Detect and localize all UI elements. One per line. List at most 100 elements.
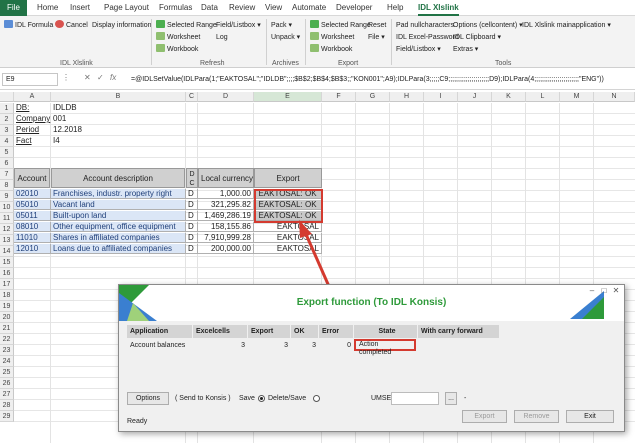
row-header[interactable]: 5 bbox=[0, 147, 14, 158]
row-header[interactable]: 16 bbox=[0, 268, 14, 279]
row-header[interactable]: 26 bbox=[0, 378, 14, 389]
formula-input[interactable]: =@IDLSetValue(IDLPara(1;"EAKTOSAL";"IDLD… bbox=[128, 73, 633, 86]
save-radio[interactable] bbox=[258, 395, 265, 402]
refresh-selected-range-button[interactable]: Selected Range bbox=[156, 20, 217, 31]
cell-dc[interactable]: D bbox=[186, 200, 198, 210]
cell-state[interactable]: Action completed bbox=[354, 339, 416, 356]
header-dc[interactable]: D C bbox=[186, 168, 198, 188]
remove-button[interactable]: Remove bbox=[514, 410, 559, 423]
row-header[interactable]: 7 bbox=[0, 169, 14, 180]
cell-description[interactable]: Other equipment, office equipment bbox=[51, 222, 186, 232]
row-header[interactable]: 13 bbox=[0, 235, 14, 246]
cancel-button[interactable]: Cancel bbox=[55, 20, 88, 31]
unpack-dropdown[interactable]: Unpack ▾ bbox=[271, 32, 300, 43]
idl-clipboard-dropdown[interactable]: IDL Clipboard ▾ bbox=[453, 32, 501, 43]
row-header[interactable]: 1 bbox=[0, 103, 14, 114]
info-label-db[interactable]: DB: bbox=[14, 103, 51, 114]
maximize-icon[interactable]: □ bbox=[598, 287, 610, 295]
export-workbook-button[interactable]: Workbook bbox=[310, 44, 352, 55]
info-value-company[interactable]: 001 bbox=[51, 114, 131, 125]
export-button[interactable]: Export bbox=[462, 410, 507, 423]
column-header[interactable]: M bbox=[560, 92, 594, 102]
column-header[interactable]: L bbox=[526, 92, 560, 102]
cell-ok[interactable]: 3 bbox=[291, 340, 319, 351]
cell-account[interactable]: 11010 bbox=[14, 233, 51, 243]
cell-dc[interactable]: D bbox=[186, 222, 198, 232]
export-selected-range-button[interactable]: Selected Range bbox=[310, 20, 371, 31]
reset-button[interactable]: Reset bbox=[368, 20, 386, 31]
cell-dc[interactable]: D bbox=[186, 244, 198, 254]
cell-application[interactable]: Account balances bbox=[127, 340, 193, 351]
row-header[interactable]: 9 bbox=[0, 191, 14, 202]
extras-dropdown[interactable]: Extras ▾ bbox=[453, 44, 478, 55]
column-header[interactable]: H bbox=[390, 92, 424, 102]
info-label-company[interactable]: Company bbox=[14, 114, 51, 125]
idl-excel-password-button[interactable]: IDL Excel-Password bbox=[396, 32, 459, 43]
row-header[interactable]: 15 bbox=[0, 257, 14, 268]
cancel-entry-icon[interactable]: ✕ bbox=[84, 73, 91, 82]
cell-amount[interactable]: 1,469,286.19 bbox=[198, 211, 254, 221]
cell-amount[interactable]: 7,910,999.28 bbox=[198, 233, 254, 243]
cell-account[interactable]: 05010 bbox=[14, 200, 51, 210]
column-header[interactable]: J bbox=[458, 92, 492, 102]
tab-automate[interactable]: Automate bbox=[292, 0, 326, 16]
name-box[interactable]: E9 bbox=[2, 73, 58, 86]
row-header[interactable]: 17 bbox=[0, 279, 14, 290]
cell-error[interactable]: 0 bbox=[319, 340, 354, 351]
browse-button[interactable]: ... bbox=[445, 392, 457, 405]
exit-button[interactable]: Exit bbox=[566, 410, 614, 423]
insert-function-icon[interactable]: fx bbox=[110, 73, 116, 82]
info-value-period[interactable]: 12.2018 bbox=[51, 125, 131, 136]
cell-amount[interactable]: 158,155.86 bbox=[198, 222, 254, 232]
row-header[interactable]: 21 bbox=[0, 323, 14, 334]
cell-dc[interactable]: D bbox=[186, 233, 198, 243]
row-header[interactable]: 19 bbox=[0, 301, 14, 312]
minimize-icon[interactable]: – bbox=[586, 287, 598, 295]
cell-export[interactable]: 3 bbox=[248, 340, 291, 351]
row-header[interactable]: 8 bbox=[0, 180, 14, 191]
header-local-currency[interactable]: Local currency bbox=[198, 168, 254, 188]
tab-home[interactable]: Home bbox=[37, 0, 58, 16]
tab-review[interactable]: Review bbox=[229, 0, 255, 16]
column-header[interactable]: C bbox=[186, 92, 198, 102]
info-label-fact[interactable]: Fact bbox=[14, 136, 51, 147]
file-dropdown[interactable]: File ▾ bbox=[368, 32, 385, 43]
cell-description[interactable]: Franchises, industr. property right bbox=[51, 189, 186, 199]
pad-nullcharacters-button[interactable]: Pad nullcharacters bbox=[396, 20, 454, 31]
header-export[interactable]: Export bbox=[254, 168, 322, 188]
tab-developer[interactable]: Developer bbox=[336, 0, 372, 16]
cell-dc[interactable]: D bbox=[186, 189, 198, 199]
delete-save-radio[interactable] bbox=[313, 395, 320, 402]
tab-idl-xlslink[interactable]: IDL Xlslink bbox=[418, 0, 459, 16]
idl-mainapplication-dropdown[interactable]: IDL Xlslink mainapplication ▾ bbox=[522, 20, 611, 31]
log-button[interactable]: Log bbox=[216, 32, 228, 43]
close-icon[interactable]: ✕ bbox=[610, 287, 622, 295]
row-header[interactable]: 25 bbox=[0, 367, 14, 378]
info-value-fact[interactable]: I4 bbox=[51, 136, 131, 147]
refresh-worksheet-button[interactable]: Worksheet bbox=[156, 32, 200, 43]
cell-dc[interactable]: D bbox=[186, 211, 198, 221]
cell-amount[interactable]: 321,295.82 bbox=[198, 200, 254, 210]
export-worksheet-button[interactable]: Worksheet bbox=[310, 32, 354, 43]
tab-file[interactable]: File bbox=[0, 0, 27, 16]
tools-field-listbox-dropdown[interactable]: Field/Listbox ▾ bbox=[396, 44, 441, 55]
row-header[interactable]: 29 bbox=[0, 411, 14, 422]
cell-export[interactable]: EAKTOSAL bbox=[254, 244, 322, 254]
row-header[interactable]: 12 bbox=[0, 224, 14, 235]
tab-insert[interactable]: Insert bbox=[70, 0, 90, 16]
select-all-corner[interactable] bbox=[0, 92, 14, 102]
column-header[interactable]: G bbox=[356, 92, 390, 102]
row-header[interactable]: 10 bbox=[0, 202, 14, 213]
row-header[interactable]: 6 bbox=[0, 158, 14, 169]
pack-dropdown[interactable]: Pack ▾ bbox=[271, 20, 292, 31]
column-header[interactable]: A bbox=[14, 92, 51, 102]
tab-help[interactable]: Help bbox=[387, 0, 403, 16]
column-header[interactable]: F bbox=[322, 92, 356, 102]
tab-page-layout[interactable]: Page Layout bbox=[104, 0, 149, 16]
row-header[interactable]: 23 bbox=[0, 345, 14, 356]
tab-formulas[interactable]: Formulas bbox=[159, 0, 192, 16]
refresh-workbook-button[interactable]: Workbook bbox=[156, 44, 198, 55]
column-header[interactable]: I bbox=[424, 92, 458, 102]
options-button[interactable]: Options bbox=[127, 392, 169, 405]
tab-view[interactable]: View bbox=[265, 0, 282, 16]
